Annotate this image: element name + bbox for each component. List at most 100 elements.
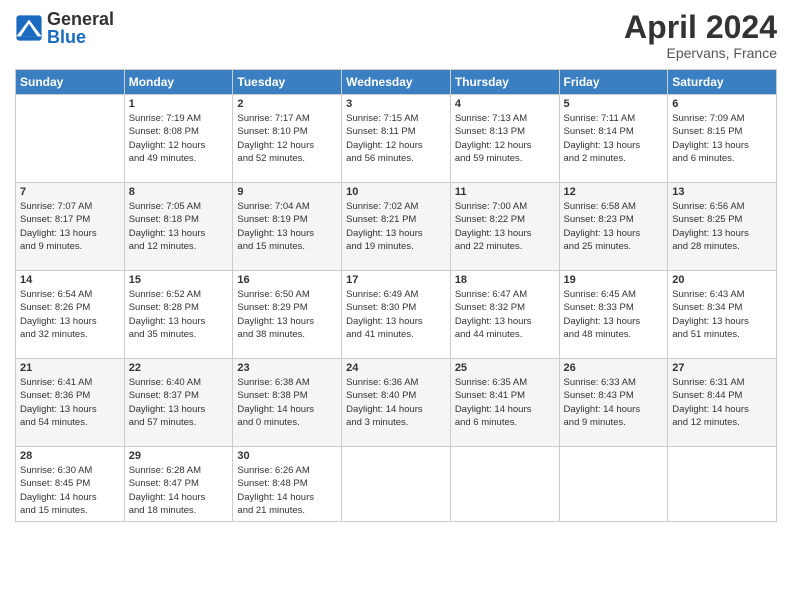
calendar-cell: 14 Sunrise: 6:54 AM Sunset: 8:26 PM Dayli… xyxy=(16,271,125,359)
day-number: 28 xyxy=(20,450,120,462)
calendar-header-monday: Monday xyxy=(124,70,233,95)
day-info: Sunrise: 6:50 AM Sunset: 8:29 PM Dayligh… xyxy=(237,288,337,341)
day-info: Sunrise: 6:30 AM Sunset: 8:45 PM Dayligh… xyxy=(20,464,120,517)
day-info: Sunrise: 7:05 AM Sunset: 8:18 PM Dayligh… xyxy=(129,200,229,253)
calendar-cell: 21Sunrise: 6:41 AM Sunset: 8:36 PM Dayli… xyxy=(16,359,125,447)
day-info: Sunrise: 7:09 AM Sunset: 8:15 PM Dayligh… xyxy=(672,112,772,165)
day-info: Sunrise: 6:35 AM Sunset: 8:41 PM Dayligh… xyxy=(455,376,555,429)
calendar-cell: 8 Sunrise: 7:05 AM Sunset: 8:18 PM Daylig… xyxy=(124,183,233,271)
day-info: Sunrise: 6:49 AM Sunset: 8:30 PM Dayligh… xyxy=(346,288,446,341)
calendar-cell: 9Sunrise: 7:04 AM Sunset: 8:19 PM Daylig… xyxy=(233,183,342,271)
calendar-cell xyxy=(450,447,559,522)
day-info: Sunrise: 6:38 AM Sunset: 8:38 PM Dayligh… xyxy=(237,376,337,429)
calendar-cell: 22 Sunrise: 6:40 AM Sunset: 8:37 PM Dayli… xyxy=(124,359,233,447)
day-number: 19 xyxy=(564,274,664,286)
day-number: 10 xyxy=(346,186,446,198)
title-block: April 2024 Epervans, France xyxy=(624,10,777,61)
calendar-cell: 13Sunrise: 6:56 AM Sunset: 8:25 PM Dayli… xyxy=(668,183,777,271)
day-number: 20 xyxy=(672,274,772,286)
calendar-cell: 25 Sunrise: 6:35 AM Sunset: 8:41 PM Dayli… xyxy=(450,359,559,447)
day-number: 26 xyxy=(564,362,664,374)
calendar-header-thursday: Thursday xyxy=(450,70,559,95)
day-number: 6 xyxy=(672,98,772,110)
day-info: Sunrise: 6:31 AM Sunset: 8:44 PM Dayligh… xyxy=(672,376,772,429)
day-info: Sunrise: 6:33 AM Sunset: 8:43 PM Dayligh… xyxy=(564,376,664,429)
calendar-cell: 11Sunrise: 7:00 AM Sunset: 8:22 PM Dayli… xyxy=(450,183,559,271)
calendar-cell: 5 Sunrise: 7:11 AM Sunset: 8:14 PM Daylig… xyxy=(559,95,668,183)
day-info: Sunrise: 6:43 AM Sunset: 8:34 PM Dayligh… xyxy=(672,288,772,341)
calendar-cell: 28 Sunrise: 6:30 AM Sunset: 8:45 PM Dayli… xyxy=(16,447,125,522)
day-info: Sunrise: 6:47 AM Sunset: 8:32 PM Dayligh… xyxy=(455,288,555,341)
day-number: 11 xyxy=(455,186,555,198)
day-info: Sunrise: 6:26 AM Sunset: 8:48 PM Dayligh… xyxy=(237,464,337,517)
calendar-cell: 19 Sunrise: 6:45 AM Sunset: 8:33 PM Dayli… xyxy=(559,271,668,359)
calendar-cell: 27 Sunrise: 6:31 AM Sunset: 8:44 PM Dayli… xyxy=(668,359,777,447)
day-info: Sunrise: 7:02 AM Sunset: 8:21 PM Dayligh… xyxy=(346,200,446,253)
day-number: 8 xyxy=(129,186,229,198)
day-number: 18 xyxy=(455,274,555,286)
calendar-header-saturday: Saturday xyxy=(668,70,777,95)
calendar-cell: 3 Sunrise: 7:15 AM Sunset: 8:11 PM Daylig… xyxy=(342,95,451,183)
day-number: 1 xyxy=(129,98,229,110)
calendar-header-sunday: Sunday xyxy=(16,70,125,95)
day-number: 29 xyxy=(129,450,229,462)
day-number: 22 xyxy=(129,362,229,374)
calendar-cell: 6 Sunrise: 7:09 AM Sunset: 8:15 PM Daylig… xyxy=(668,95,777,183)
day-number: 7 xyxy=(20,186,120,198)
day-info: Sunrise: 7:07 AM Sunset: 8:17 PM Dayligh… xyxy=(20,200,120,253)
calendar-cell: 16 Sunrise: 6:50 AM Sunset: 8:29 PM Dayli… xyxy=(233,271,342,359)
calendar-header-friday: Friday xyxy=(559,70,668,95)
calendar-cell xyxy=(559,447,668,522)
calendar-cell: 26 Sunrise: 6:33 AM Sunset: 8:43 PM Dayli… xyxy=(559,359,668,447)
day-info: Sunrise: 6:58 AM Sunset: 8:23 PM Dayligh… xyxy=(564,200,664,253)
calendar-cell: 7 Sunrise: 7:07 AM Sunset: 8:17 PM Daylig… xyxy=(16,183,125,271)
day-number: 27 xyxy=(672,362,772,374)
logo-blue: Blue xyxy=(47,28,114,46)
calendar-header-tuesday: Tuesday xyxy=(233,70,342,95)
calendar-cell: 18 Sunrise: 6:47 AM Sunset: 8:32 PM Dayli… xyxy=(450,271,559,359)
title-location: Epervans, France xyxy=(624,45,777,61)
calendar-header-wednesday: Wednesday xyxy=(342,70,451,95)
day-number: 23 xyxy=(237,362,337,374)
day-number: 21 xyxy=(20,362,120,374)
calendar-cell xyxy=(668,447,777,522)
day-info: Sunrise: 7:04 AM Sunset: 8:19 PM Dayligh… xyxy=(237,200,337,253)
day-info: Sunrise: 6:40 AM Sunset: 8:37 PM Dayligh… xyxy=(129,376,229,429)
calendar-cell: 2 Sunrise: 7:17 AM Sunset: 8:10 PM Daylig… xyxy=(233,95,342,183)
day-number: 15 xyxy=(129,274,229,286)
day-info: Sunrise: 7:17 AM Sunset: 8:10 PM Dayligh… xyxy=(237,112,337,165)
day-info: Sunrise: 7:13 AM Sunset: 8:13 PM Dayligh… xyxy=(455,112,555,165)
calendar-cell: 30 Sunrise: 6:26 AM Sunset: 8:48 PM Dayli… xyxy=(233,447,342,522)
day-number: 25 xyxy=(455,362,555,374)
calendar-table: SundayMondayTuesdayWednesdayThursdayFrid… xyxy=(15,69,777,522)
day-number: 3 xyxy=(346,98,446,110)
logo-icon xyxy=(15,14,43,42)
day-info: Sunrise: 6:45 AM Sunset: 8:33 PM Dayligh… xyxy=(564,288,664,341)
calendar-cell: 4Sunrise: 7:13 AM Sunset: 8:13 PM Daylig… xyxy=(450,95,559,183)
title-month: April 2024 xyxy=(624,10,777,45)
calendar-cell: 1Sunrise: 7:19 AM Sunset: 8:08 PM Daylig… xyxy=(124,95,233,183)
day-number: 2 xyxy=(237,98,337,110)
day-number: 16 xyxy=(237,274,337,286)
calendar-cell: 23 Sunrise: 6:38 AM Sunset: 8:38 PM Dayli… xyxy=(233,359,342,447)
day-info: Sunrise: 6:52 AM Sunset: 8:28 PM Dayligh… xyxy=(129,288,229,341)
calendar-cell: 17 Sunrise: 6:49 AM Sunset: 8:30 PM Dayli… xyxy=(342,271,451,359)
day-info: Sunrise: 7:11 AM Sunset: 8:14 PM Dayligh… xyxy=(564,112,664,165)
day-number: 12 xyxy=(564,186,664,198)
day-number: 17 xyxy=(346,274,446,286)
calendar-cell: 24Sunrise: 6:36 AM Sunset: 8:40 PM Dayli… xyxy=(342,359,451,447)
day-info: Sunrise: 7:15 AM Sunset: 8:11 PM Dayligh… xyxy=(346,112,446,165)
logo: General Blue xyxy=(15,10,114,46)
calendar-cell xyxy=(16,95,125,183)
day-number: 5 xyxy=(564,98,664,110)
day-number: 14 xyxy=(20,274,120,286)
calendar-cell: 12 Sunrise: 6:58 AM Sunset: 8:23 PM Dayli… xyxy=(559,183,668,271)
day-number: 13 xyxy=(672,186,772,198)
day-info: Sunrise: 6:54 AM Sunset: 8:26 PM Dayligh… xyxy=(20,288,120,341)
day-number: 30 xyxy=(237,450,337,462)
calendar-cell xyxy=(342,447,451,522)
calendar-cell: 29 Sunrise: 6:28 AM Sunset: 8:47 PM Dayli… xyxy=(124,447,233,522)
calendar-cell: 15 Sunrise: 6:52 AM Sunset: 8:28 PM Dayli… xyxy=(124,271,233,359)
calendar-cell: 20 Sunrise: 6:43 AM Sunset: 8:34 PM Dayli… xyxy=(668,271,777,359)
day-info: Sunrise: 6:28 AM Sunset: 8:47 PM Dayligh… xyxy=(129,464,229,517)
